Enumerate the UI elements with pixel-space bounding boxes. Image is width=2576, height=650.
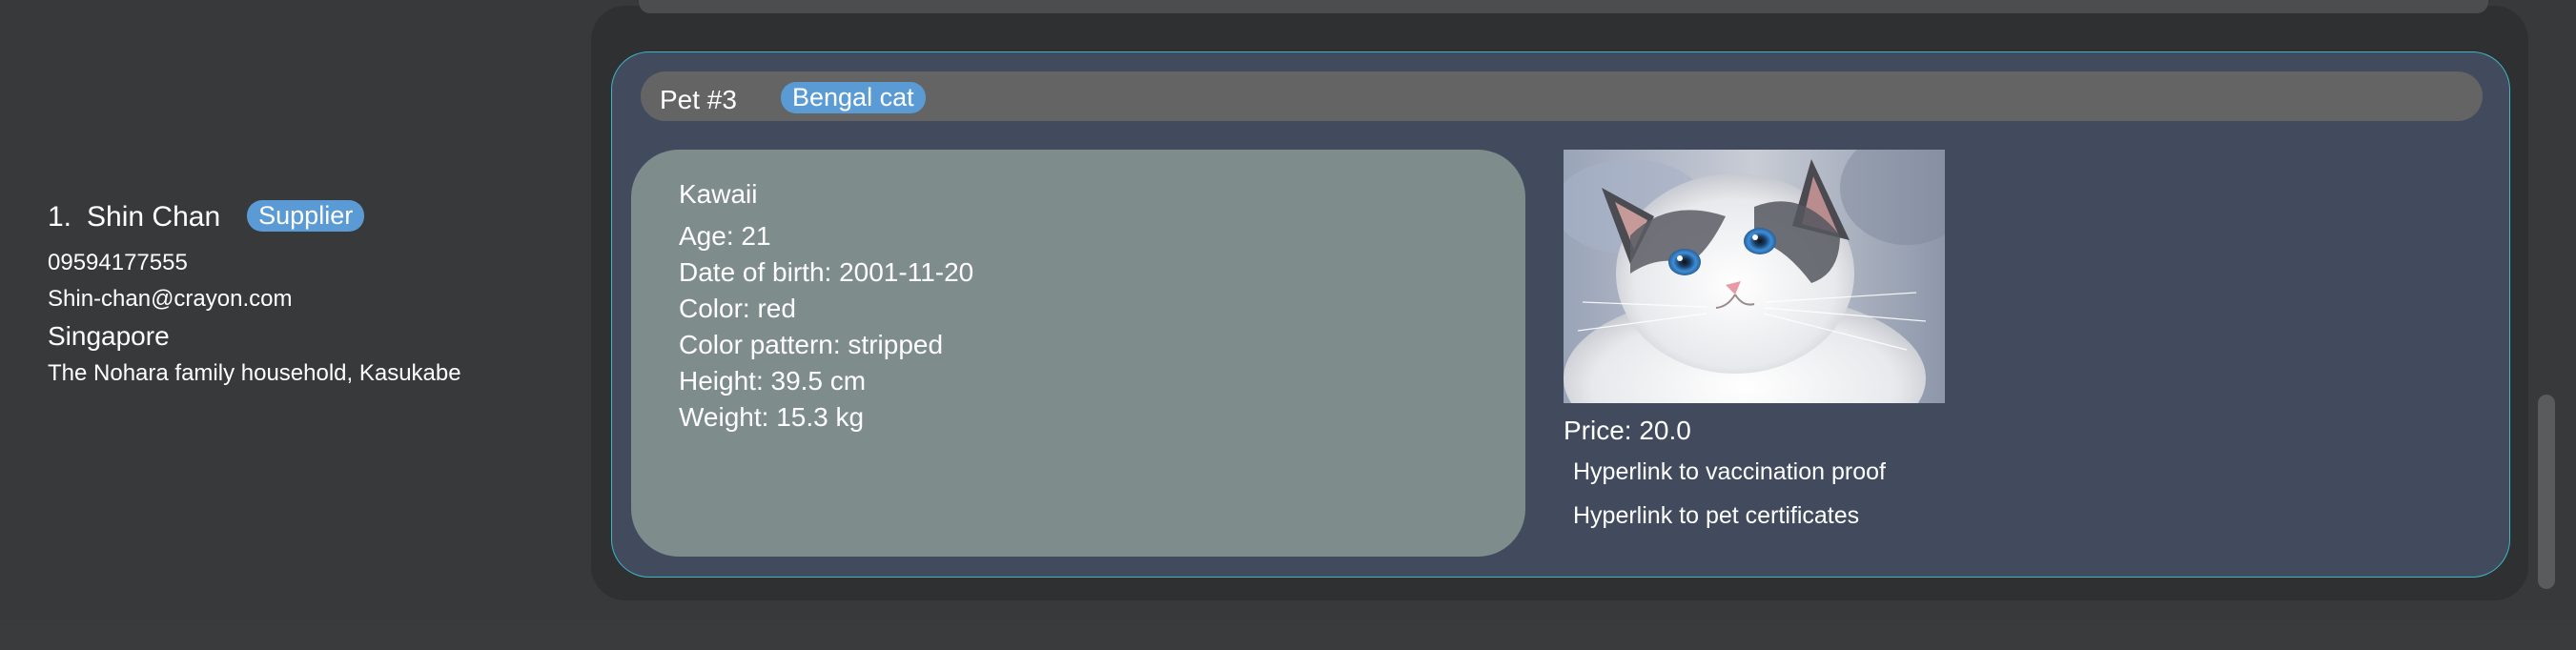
- contact-name: Shin Chan: [87, 201, 221, 233]
- scrollbar-thumb[interactable]: [2538, 395, 2555, 589]
- pet-photo: [1564, 150, 1945, 403]
- breed-tag: Bengal cat: [781, 82, 926, 113]
- previous-card-edge: [639, 0, 2488, 13]
- supplier-tag: Supplier: [247, 200, 365, 232]
- pet-color-pattern: Color pattern: stripped: [679, 330, 944, 359]
- pet-weight: Weight: 15.3 kg: [679, 402, 865, 432]
- vaccination-proof-link[interactable]: Hyperlink to vaccination proof: [1573, 458, 1886, 486]
- pet-age: Age: 21: [679, 221, 771, 251]
- window-bottom-strip: [0, 620, 2576, 650]
- pet-number: Pet #3: [660, 85, 737, 114]
- pet-height: Height: 39.5 cm: [679, 366, 867, 396]
- pet-dob: Date of birth: 2001-11-20: [679, 257, 974, 287]
- contact-city: Singapore: [48, 321, 170, 351]
- pet-certificates-link[interactable]: Hyperlink to pet certificates: [1573, 502, 1859, 530]
- cat-photo-image: [1564, 150, 1945, 403]
- contact-phone: 09594177555: [48, 250, 188, 275]
- contact-index: 1.: [48, 201, 72, 233]
- contact-name-line: 1. Shin Chan Supplier: [48, 200, 365, 234]
- pet-name: Kawaii: [679, 179, 758, 209]
- pet-price: Price: 20.0: [1564, 416, 1691, 445]
- contact-address: The Nohara family household, Kasukabe: [48, 360, 461, 386]
- pet-color: Color: red: [679, 294, 796, 323]
- contact-email: Shin-chan@crayon.com: [48, 286, 293, 312]
